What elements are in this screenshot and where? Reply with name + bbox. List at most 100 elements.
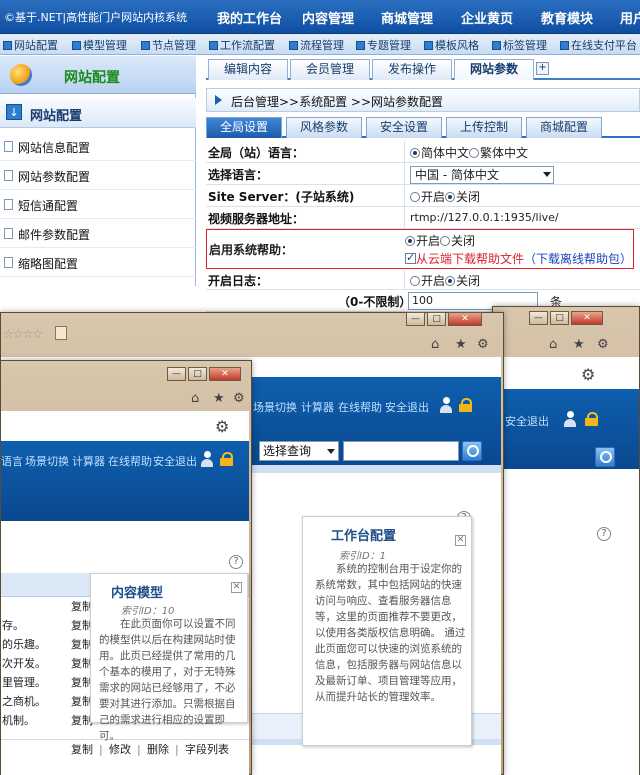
user-icon[interactable] bbox=[200, 451, 214, 467]
maximize-button[interactable]: □ bbox=[427, 312, 446, 326]
radio-help-off[interactable] bbox=[440, 236, 451, 246]
subnav-topic-management[interactable]: 专题管理 bbox=[356, 37, 411, 53]
radio-site-server-on[interactable] bbox=[410, 192, 420, 202]
page-icon bbox=[4, 257, 13, 268]
rating-stars-icon: ☆☆☆☆ bbox=[3, 327, 43, 341]
sidebar-item-mail-params[interactable]: 邮件参数配置 bbox=[0, 220, 196, 248]
link-language[interactable]: 语言 bbox=[1, 453, 23, 469]
star-icon[interactable]: ★ bbox=[455, 337, 467, 352]
menu-yellow-pages[interactable]: 企业黄页 bbox=[461, 8, 513, 27]
help-icon[interactable]: ? bbox=[229, 555, 243, 569]
subnav-online-payment[interactable]: 在线支付平台 bbox=[560, 37, 637, 53]
download-offline-help-link[interactable]: （下载离线帮助包） bbox=[524, 252, 632, 266]
radio-site-server-off[interactable] bbox=[445, 192, 456, 202]
link-logout[interactable]: 安全退出 bbox=[505, 413, 549, 429]
tab-edit-content[interactable]: 编辑内容 bbox=[208, 59, 288, 80]
search-button[interactable] bbox=[462, 441, 482, 461]
sidebar-item-site-params[interactable]: 网站参数配置 bbox=[0, 162, 196, 190]
tab-style-params[interactable]: 风格参数 bbox=[286, 117, 362, 138]
lock-icon[interactable] bbox=[459, 398, 472, 412]
tab-shop-config[interactable]: 商城配置 bbox=[526, 117, 602, 138]
maximize-button[interactable]: □ bbox=[188, 367, 207, 381]
subnav-template-style[interactable]: 模板风格 bbox=[424, 37, 479, 53]
gear-icon[interactable]: ⚙ bbox=[477, 337, 489, 352]
tab-upload-control[interactable]: 上传控制 bbox=[446, 117, 522, 138]
sidebar-title: 网站配置 bbox=[64, 70, 120, 86]
gear-icon[interactable]: ⚙ bbox=[233, 391, 245, 406]
page-icon bbox=[4, 141, 13, 152]
radio-help-on[interactable] bbox=[405, 236, 415, 246]
close-button[interactable]: ✕ bbox=[571, 311, 603, 325]
query-select[interactable]: 选择查询 bbox=[259, 441, 339, 461]
close-icon[interactable]: ✕ bbox=[455, 535, 466, 546]
model-icon bbox=[72, 41, 81, 50]
link-logout[interactable]: 安全退出 bbox=[153, 453, 197, 469]
process-icon bbox=[289, 41, 298, 50]
video-server-address[interactable]: rtmp://127.0.0.1:1935/live/ bbox=[410, 211, 559, 224]
menu-my-workbench[interactable]: 我的工作台 bbox=[217, 8, 282, 27]
link-logout[interactable]: 安全退出 bbox=[385, 399, 429, 415]
book-icon bbox=[55, 326, 67, 340]
help-icon[interactable]: ? bbox=[597, 527, 611, 541]
star-icon[interactable]: ★ bbox=[573, 337, 585, 352]
link-online-help[interactable]: 在线帮助 bbox=[338, 399, 382, 415]
user-icon[interactable] bbox=[439, 397, 453, 413]
copy-link[interactable]: 复制 bbox=[71, 740, 93, 760]
link-online-help[interactable]: 在线帮助 bbox=[108, 453, 152, 469]
link-scene-switch[interactable]: 场景切换 bbox=[253, 399, 297, 415]
gear-icon[interactable]: ⚙ bbox=[597, 337, 609, 352]
settings-gear-icon[interactable]: ⚙ bbox=[215, 417, 229, 436]
menu-content-management[interactable]: 内容管理 bbox=[302, 8, 354, 27]
radio-traditional-chinese[interactable] bbox=[469, 148, 480, 158]
star-icon[interactable]: ★ bbox=[213, 391, 225, 406]
minimize-button[interactable]: — bbox=[529, 311, 548, 325]
home-icon[interactable]: ⌂ bbox=[191, 391, 199, 406]
link-scene-switch[interactable]: 场景切换 bbox=[25, 453, 69, 469]
sidebar-item-thumbnail-config[interactable]: 缩略图配置 bbox=[0, 249, 196, 277]
checkbox-cloud-download-help[interactable] bbox=[405, 251, 416, 264]
search-button[interactable] bbox=[595, 447, 615, 467]
maximize-button[interactable]: □ bbox=[550, 311, 569, 325]
sidebar-section-header[interactable]: ↓ 网站配置 bbox=[0, 98, 196, 128]
page-icon bbox=[4, 199, 13, 210]
tab-member-management[interactable]: 会员管理 bbox=[290, 59, 370, 80]
subnav-model-management[interactable]: 模型管理 bbox=[72, 37, 127, 53]
tab-global-settings[interactable]: 全局设置 bbox=[206, 117, 282, 138]
subnav-node-management[interactable]: 节点管理 bbox=[141, 37, 196, 53]
link-calculator[interactable]: 计算器 bbox=[301, 399, 334, 415]
menu-education-module[interactable]: 教育模块 bbox=[541, 8, 593, 27]
close-button[interactable]: ✕ bbox=[209, 367, 241, 381]
field-list-link[interactable]: 字段列表 bbox=[185, 740, 229, 760]
radio-log-on[interactable] bbox=[410, 276, 420, 286]
lock-icon[interactable] bbox=[220, 452, 233, 466]
workbench-config-card: 工作台配置 ✕ 索引ID：1 系统的控制台用于设定你的系统常数，其中包括网站的快… bbox=[302, 516, 472, 746]
settings-gear-icon[interactable]: ⚙ bbox=[581, 365, 595, 384]
user-icon[interactable] bbox=[563, 411, 577, 427]
subnav-process-management[interactable]: 流程管理 bbox=[289, 37, 344, 53]
menu-shop-management[interactable]: 商城管理 bbox=[381, 8, 433, 27]
add-tab-button[interactable]: + bbox=[536, 62, 549, 75]
subnav-workflow-config[interactable]: 工作流配置 bbox=[209, 37, 275, 53]
radio-simplified-chinese[interactable] bbox=[410, 148, 420, 158]
link-calculator[interactable]: 计算器 bbox=[72, 453, 105, 469]
radio-log-off[interactable] bbox=[445, 276, 456, 286]
minimize-button[interactable]: — bbox=[167, 367, 186, 381]
close-icon[interactable]: ✕ bbox=[231, 582, 242, 593]
tab-site-params[interactable]: 网站参数 bbox=[454, 59, 534, 80]
search-input[interactable] bbox=[343, 441, 459, 461]
close-button[interactable]: ✕ bbox=[448, 312, 482, 326]
menu-user[interactable]: 用户 bbox=[620, 8, 640, 27]
home-icon[interactable]: ⌂ bbox=[431, 337, 439, 352]
top-navigation-bar: ©基于.NET|高性能门户网站内核系统 我的工作台 内容管理 商城管理 企业黄页… bbox=[0, 0, 640, 34]
subnav-site-config[interactable]: 网站配置 bbox=[3, 37, 58, 53]
lock-icon[interactable] bbox=[585, 412, 598, 426]
tab-publish-operation[interactable]: 发布操作 bbox=[372, 59, 452, 80]
language-select[interactable]: 中国 - 简体中文 bbox=[410, 166, 554, 184]
sidebar-item-sms-config[interactable]: 短信通配置 bbox=[0, 191, 196, 219]
subnav-tag-management[interactable]: 标签管理 bbox=[492, 37, 547, 53]
sidebar-item-site-info[interactable]: 网站信息配置 bbox=[0, 133, 196, 161]
delete-link[interactable]: 删除 bbox=[147, 740, 169, 760]
tab-security-settings[interactable]: 安全设置 bbox=[366, 117, 442, 138]
home-icon[interactable]: ⌂ bbox=[549, 337, 557, 352]
minimize-button[interactable]: — bbox=[406, 312, 425, 326]
